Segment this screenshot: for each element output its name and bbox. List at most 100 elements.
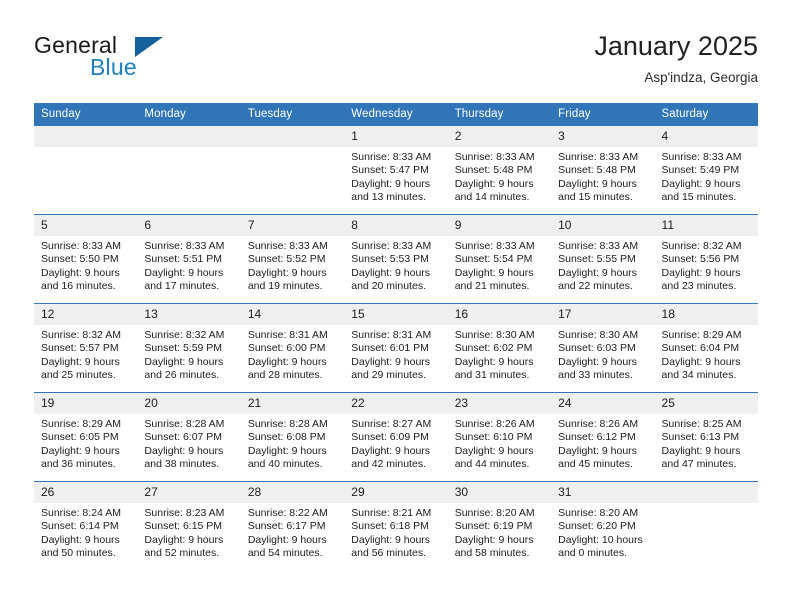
calendar-day-cell[interactable]: 5 Sunrise: 8:33 AM Sunset: 5:50 PM Daylight… bbox=[34, 214, 138, 304]
calendar-day-cell[interactable]: 19 Sunrise: 8:29 AM Sunset: 6:05 PM Dayligh… bbox=[34, 392, 138, 482]
calendar-day-cell[interactable]: 28 Sunrise: 8:22 AM Sunset: 6:17 PM Dayligh… bbox=[240, 481, 345, 570]
sunrise-text: Sunrise: 8:24 AM bbox=[41, 507, 121, 519]
daylight-text: and 44 minutes. bbox=[454, 458, 530, 471]
sunset-text: Sunset: 5:56 PM bbox=[661, 253, 740, 266]
calendar-day-cell-empty bbox=[240, 125, 345, 215]
daylight-text: Daylight: 9 hours bbox=[247, 444, 327, 457]
calendar-day-cell[interactable]: 1 Sunrise: 8:33 AM Sunset: 5:47 PM Daylight… bbox=[344, 125, 448, 215]
calendar-day-cell[interactable]: 16 Sunrise: 8:30 AM Sunset: 6:02 PM Dayligh… bbox=[447, 303, 552, 393]
sunrise-text: Sunrise: 8:33 AM bbox=[351, 240, 432, 252]
daylight-text: and 34 minutes. bbox=[661, 369, 737, 382]
calendar-day-cell[interactable]: 31 Sunrise: 8:20 AM Sunset: 6:20 PM Dayligh… bbox=[551, 481, 655, 570]
sunrise-text: Sunrise: 8:20 AM bbox=[558, 507, 639, 519]
calendar-day-cell[interactable]: 21 Sunrise: 8:28 AM Sunset: 6:08 PM Dayligh… bbox=[240, 392, 345, 482]
sunrise-text: Sunrise: 8:32 AM bbox=[41, 329, 121, 341]
daylight-text: and 56 minutes. bbox=[351, 547, 426, 560]
day-number: 4 bbox=[654, 126, 758, 147]
calendar-day-cell[interactable]: 13 Sunrise: 8:32 AM Sunset: 5:59 PM Dayligh… bbox=[137, 303, 241, 393]
daylight-text: and 23 minutes. bbox=[661, 280, 737, 293]
page-header: General Blue January 2025 Asp'indza, Geo… bbox=[0, 0, 792, 100]
calendar-day-cell[interactable]: 23 Sunrise: 8:26 AM Sunset: 6:10 PM Dayligh… bbox=[447, 392, 552, 482]
calendar-day-cell[interactable]: 6 Sunrise: 8:33 AM Sunset: 5:51 PM Daylight… bbox=[137, 214, 241, 304]
daylight-text: and 50 minutes. bbox=[41, 547, 116, 560]
daylight-text: and 31 minutes. bbox=[454, 369, 530, 382]
sunrise-text: Sunrise: 8:26 AM bbox=[558, 418, 639, 430]
calendar-day-cell[interactable]: 25 Sunrise: 8:25 AM Sunset: 6:13 PM Dayligh… bbox=[654, 392, 758, 482]
weekday-header-wednesday: Wednesday bbox=[344, 103, 448, 126]
calendar-day-cell[interactable]: 26 Sunrise: 8:24 AM Sunset: 6:14 PM Dayligh… bbox=[34, 481, 138, 570]
day-details: Sunrise: 8:33 AM Sunset: 5:50 PM Daylight:… bbox=[34, 236, 137, 294]
daylight-text: Daylight: 9 hours bbox=[454, 266, 534, 279]
sunrise-text: Sunrise: 8:33 AM bbox=[558, 151, 639, 163]
sunrise-text: Sunrise: 8:28 AM bbox=[144, 418, 225, 430]
day-number: 18 bbox=[654, 304, 758, 325]
day-number: 25 bbox=[654, 393, 758, 414]
calendar-day-cell[interactable]: 7 Sunrise: 8:33 AM Sunset: 5:52 PM Daylight… bbox=[240, 214, 345, 304]
sunset-text: Sunset: 6:18 PM bbox=[351, 520, 429, 533]
calendar-week-row: 12 Sunrise: 8:32 AM Sunset: 5:57 PM Dayligh… bbox=[34, 303, 758, 393]
daylight-text: and 40 minutes. bbox=[247, 458, 323, 471]
sunrise-text: Sunrise: 8:29 AM bbox=[41, 418, 121, 430]
day-details: Sunrise: 8:26 AM Sunset: 6:10 PM Daylight:… bbox=[448, 414, 551, 472]
calendar-day-cell[interactable]: 27 Sunrise: 8:23 AM Sunset: 6:15 PM Dayligh… bbox=[137, 481, 241, 570]
day-number: 17 bbox=[551, 304, 655, 325]
sunset-text: Sunset: 5:59 PM bbox=[144, 342, 223, 355]
calendar-day-cell[interactable]: 11 Sunrise: 8:32 AM Sunset: 5:56 PM Dayligh… bbox=[654, 214, 758, 304]
daylight-text: Daylight: 9 hours bbox=[41, 444, 120, 457]
calendar-day-cell[interactable]: 15 Sunrise: 8:31 AM Sunset: 6:01 PM Dayligh… bbox=[344, 303, 448, 393]
daylight-text: Daylight: 9 hours bbox=[454, 355, 534, 368]
daylight-text: and 58 minutes. bbox=[454, 547, 530, 560]
calendar-day-cell[interactable]: 2 Sunrise: 8:33 AM Sunset: 5:48 PM Daylight… bbox=[447, 125, 552, 215]
calendar-day-cell[interactable]: 30 Sunrise: 8:20 AM Sunset: 6:19 PM Dayligh… bbox=[447, 481, 552, 570]
sunrise-text: Sunrise: 8:22 AM bbox=[247, 507, 328, 519]
sunrise-text: Sunrise: 8:33 AM bbox=[351, 151, 432, 163]
sunrise-text: Sunrise: 8:31 AM bbox=[247, 329, 328, 341]
day-details: Sunrise: 8:33 AM Sunset: 5:55 PM Daylight:… bbox=[551, 236, 654, 294]
calendar-day-cell[interactable]: 12 Sunrise: 8:32 AM Sunset: 5:57 PM Dayligh… bbox=[34, 303, 138, 393]
page-subtitle: Asp'indza, Georgia bbox=[644, 70, 758, 85]
sunset-text: Sunset: 6:09 PM bbox=[351, 431, 429, 444]
calendar-day-cell[interactable]: 9 Sunrise: 8:33 AM Sunset: 5:54 PM Daylight… bbox=[447, 214, 552, 304]
sunset-text: Sunset: 6:00 PM bbox=[247, 342, 326, 355]
daylight-text: and 19 minutes. bbox=[247, 280, 323, 293]
calendar-day-cell[interactable]: 22 Sunrise: 8:27 AM Sunset: 6:09 PM Dayligh… bbox=[344, 392, 448, 482]
daylight-text: Daylight: 9 hours bbox=[351, 355, 431, 368]
calendar-day-cell[interactable]: 20 Sunrise: 8:28 AM Sunset: 6:07 PM Dayligh… bbox=[137, 392, 241, 482]
calendar-day-cell[interactable]: 4 Sunrise: 8:33 AM Sunset: 5:49 PM Daylight… bbox=[654, 125, 758, 215]
calendar-day-cell[interactable]: 17 Sunrise: 8:30 AM Sunset: 6:03 PM Dayligh… bbox=[551, 303, 655, 393]
day-details: Sunrise: 8:30 AM Sunset: 6:03 PM Daylight:… bbox=[551, 325, 654, 383]
daylight-text: Daylight: 9 hours bbox=[351, 266, 431, 279]
daylight-text: and 21 minutes. bbox=[454, 280, 530, 293]
sunset-text: Sunset: 5:48 PM bbox=[558, 164, 636, 177]
sunrise-text: Sunrise: 8:33 AM bbox=[144, 240, 225, 252]
general-blue-logo[interactable]: General Blue bbox=[34, 32, 214, 84]
day-details bbox=[34, 147, 137, 151]
calendar-day-cell[interactable]: 8 Sunrise: 8:33 AM Sunset: 5:53 PM Daylight… bbox=[344, 214, 448, 304]
weekday-header-saturday: Saturday bbox=[654, 103, 758, 126]
weekday-header-friday: Friday bbox=[551, 103, 655, 126]
day-details: Sunrise: 8:32 AM Sunset: 5:56 PM Daylight:… bbox=[655, 236, 758, 294]
daylight-text: and 0 minutes. bbox=[558, 547, 627, 560]
day-details: Sunrise: 8:31 AM Sunset: 6:01 PM Daylight:… bbox=[344, 325, 447, 383]
day-number: 23 bbox=[447, 393, 552, 414]
daylight-text: and 13 minutes. bbox=[351, 191, 426, 204]
daylight-text: and 45 minutes. bbox=[558, 458, 633, 471]
calendar-day-cell[interactable]: 3 Sunrise: 8:33 AM Sunset: 5:48 PM Daylight… bbox=[551, 125, 655, 215]
day-number: 22 bbox=[344, 393, 448, 414]
day-details: Sunrise: 8:21 AM Sunset: 6:18 PM Daylight:… bbox=[344, 503, 447, 561]
sunrise-text: Sunrise: 8:30 AM bbox=[558, 329, 639, 341]
daylight-text: Daylight: 9 hours bbox=[661, 444, 741, 457]
day-number: 14 bbox=[240, 304, 345, 325]
day-details bbox=[137, 147, 240, 151]
day-details: Sunrise: 8:30 AM Sunset: 6:02 PM Daylight:… bbox=[448, 325, 551, 383]
calendar-day-cell[interactable]: 24 Sunrise: 8:26 AM Sunset: 6:12 PM Dayligh… bbox=[551, 392, 655, 482]
calendar-day-cell[interactable]: 29 Sunrise: 8:21 AM Sunset: 6:18 PM Dayligh… bbox=[344, 481, 448, 570]
daylight-text: Daylight: 9 hours bbox=[41, 533, 120, 546]
calendar-day-cell[interactable]: 14 Sunrise: 8:31 AM Sunset: 6:00 PM Dayligh… bbox=[240, 303, 345, 393]
daylight-text: and 29 minutes. bbox=[351, 369, 426, 382]
day-details: Sunrise: 8:26 AM Sunset: 6:12 PM Daylight:… bbox=[551, 414, 654, 472]
sunrise-text: Sunrise: 8:30 AM bbox=[454, 329, 535, 341]
calendar-day-cell[interactable]: 18 Sunrise: 8:29 AM Sunset: 6:04 PM Dayligh… bbox=[654, 303, 758, 393]
daylight-text: Daylight: 9 hours bbox=[558, 266, 637, 279]
calendar-day-cell[interactable]: 10 Sunrise: 8:33 AM Sunset: 5:55 PM Dayligh… bbox=[551, 214, 655, 304]
